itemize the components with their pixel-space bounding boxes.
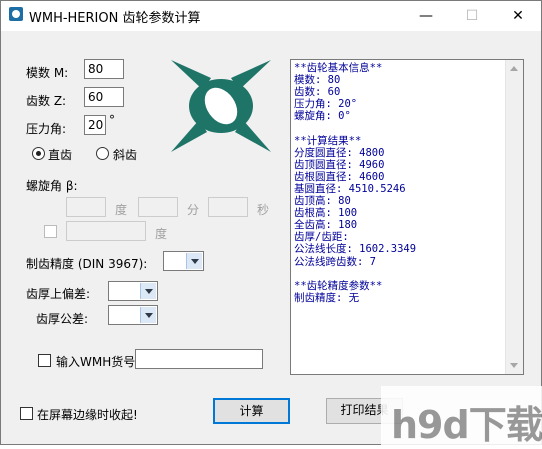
upper-deviation-select[interactable] [108, 281, 158, 301]
pressure-angle-label: 压力角: [26, 122, 67, 136]
helical-gear-radio[interactable] [96, 147, 109, 160]
upper-deviation-label: 齿厚上偏差: [26, 287, 91, 301]
teeth-label: 齿数 Z: [26, 94, 67, 108]
degree-symbol: ° [109, 113, 115, 127]
helical-gear-label[interactable]: 斜齿 [113, 146, 137, 163]
second-unit: 秒 [257, 203, 270, 217]
collapse-label[interactable]: 在屏幕边缘时收起! [37, 406, 138, 423]
chevron-down-icon [140, 307, 156, 323]
watermark: h9d下载 [381, 386, 542, 447]
watermark-text: h9d下载 [391, 403, 542, 447]
scroll-up-icon[interactable] [510, 66, 518, 71]
module-input[interactable]: 80 [84, 59, 124, 79]
title-bar[interactable]: WMH-HERION 齿轮参数计算 — ☐ ✕ [1, 1, 541, 31]
wmh-label[interactable]: 输入WMH货号 [56, 353, 135, 370]
wmh-input[interactable] [135, 349, 263, 369]
app-icon [9, 7, 23, 21]
wmh-checkbox[interactable] [38, 354, 51, 367]
minimize-button[interactable]: — [403, 1, 449, 31]
helix-second-input[interactable] [208, 197, 248, 217]
result-scrollbar[interactable] [505, 60, 523, 374]
helix-decimal-checkbox[interactable] [44, 225, 57, 238]
window-title: WMH-HERION 齿轮参数计算 [29, 11, 201, 26]
result-textbox[interactable]: **齿轮基本信息** 模数: 80 齿数: 60 压力角: 20° 螺旋角: 0… [290, 59, 524, 375]
module-label: 模数 M: [26, 66, 69, 80]
helix-degree-input[interactable] [66, 197, 106, 217]
precision-select[interactable] [163, 251, 204, 271]
calculate-button[interactable]: 计算 [213, 398, 290, 424]
chevron-down-icon [140, 283, 156, 299]
thickness-tolerance-select[interactable] [108, 305, 158, 325]
precision-label: 制齿精度 (DIN 3967): [26, 257, 148, 271]
thickness-tolerance-label: 齿厚公差: [36, 312, 89, 326]
teeth-input[interactable]: 60 [84, 87, 124, 107]
chevron-down-icon [186, 253, 202, 269]
app-window: WMH-HERION 齿轮参数计算 — ☐ ✕ 模数 M: 80 齿数 Z: 6… [0, 0, 542, 447]
maximize-button[interactable]: ☐ [449, 1, 495, 31]
decimal-degree-unit: 度 [155, 227, 168, 241]
spur-gear-radio[interactable] [32, 147, 45, 160]
close-button[interactable]: ✕ [495, 1, 541, 31]
minute-unit: 分 [187, 203, 200, 217]
wmh-logo [171, 60, 271, 152]
helix-angle-label: 螺旋角 β: [26, 179, 78, 193]
helix-minute-input[interactable] [138, 197, 178, 217]
pressure-angle-input[interactable]: 20 [84, 115, 106, 135]
result-text: **齿轮基本信息** 模数: 80 齿数: 60 压力角: 20° 螺旋角: 0… [294, 62, 417, 304]
collapse-checkbox[interactable] [20, 407, 33, 420]
helix-decimal-input[interactable] [66, 221, 146, 241]
scroll-down-icon[interactable] [510, 363, 518, 368]
degree-unit: 度 [115, 203, 128, 217]
spur-gear-label[interactable]: 直齿 [48, 146, 72, 163]
